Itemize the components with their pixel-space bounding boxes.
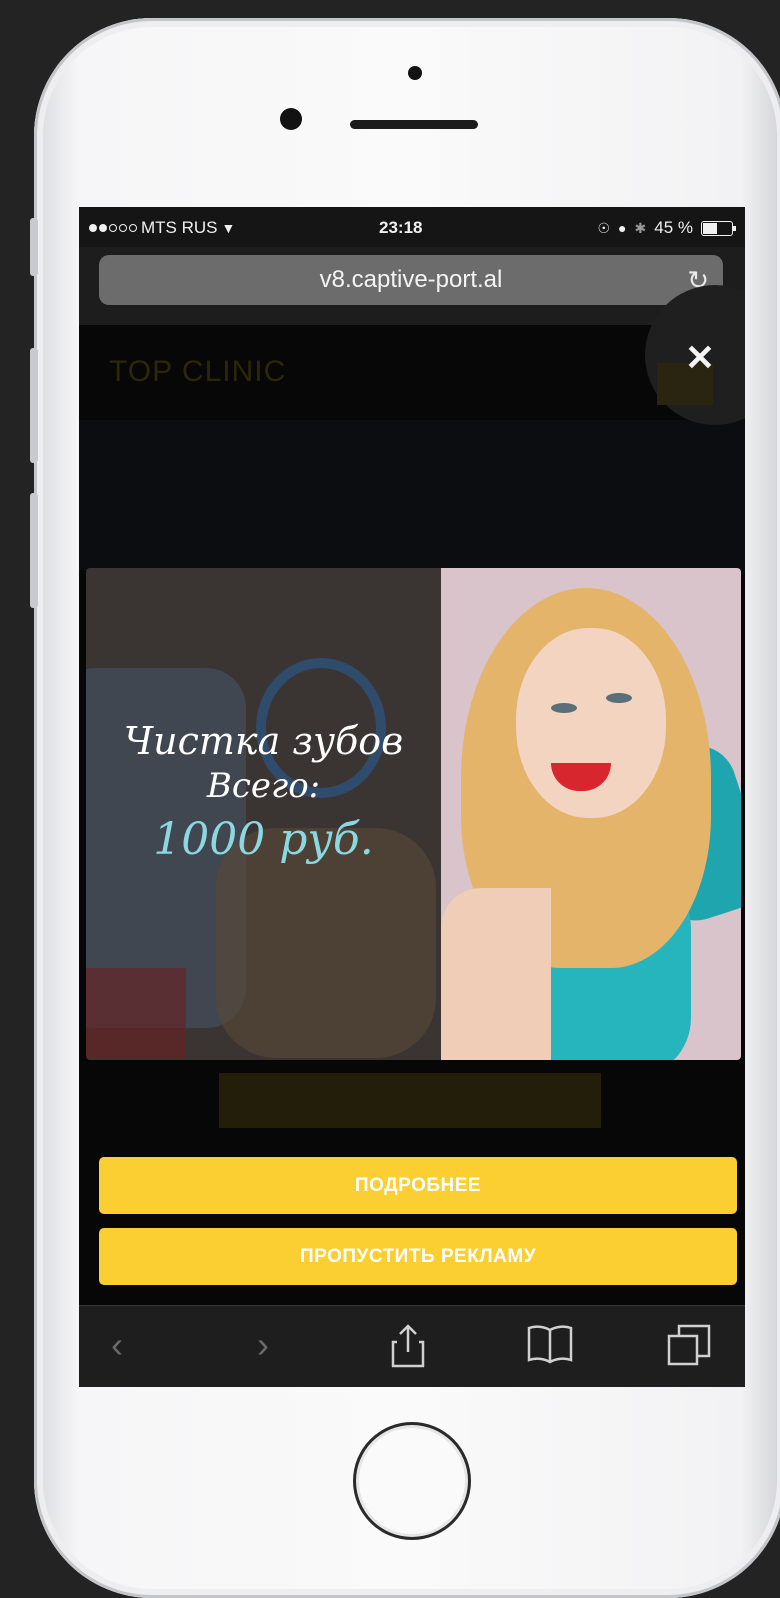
wifi-icon: ▼	[221, 220, 236, 236]
volume-up-button	[30, 348, 38, 463]
carrier-name: MTS RUS	[141, 218, 218, 237]
earpiece-speaker	[350, 120, 478, 129]
battery-icon	[701, 220, 736, 236]
front-camera	[280, 108, 302, 130]
site-hero	[79, 420, 745, 570]
url-text: v8.captive-port.al	[319, 266, 503, 293]
details-button[interactable]: ПОДРОБНЕЕ	[99, 1157, 737, 1214]
ad-photo-woman	[441, 568, 741, 1060]
tabs-icon[interactable]	[667, 1324, 711, 1377]
forward-icon[interactable]: ›	[257, 1324, 269, 1366]
close-icon[interactable]: ✕	[685, 337, 715, 379]
ad-banner[interactable]: Чистка зубов Всего: 1000 руб.	[86, 568, 741, 1060]
address-bar: v8.captive-port.al ↻	[79, 247, 745, 325]
home-button[interactable]	[353, 1422, 471, 1540]
screen: MTS RUS ▼ 23:18 ☉ ● ✱ 45 % v8.captive-po…	[79, 207, 745, 1387]
bluetooth-icon: ✱	[634, 219, 647, 236]
status-bar: MTS RUS ▼ 23:18 ☉ ● ✱ 45 %	[79, 207, 745, 247]
mute-switch	[30, 218, 38, 276]
battery-percent: 45 %	[654, 218, 693, 237]
ad-subheadline: Всего:	[206, 766, 321, 806]
share-icon[interactable]	[391, 1324, 425, 1377]
back-icon[interactable]: ‹	[111, 1324, 123, 1366]
alarm-icon: ●	[618, 220, 627, 236]
browser-toolbar: ‹ ›	[79, 1305, 745, 1387]
location-icon: ☉	[597, 219, 611, 236]
ad-headline: Чистка зубов	[123, 719, 404, 763]
ad-price: 1000 руб.	[153, 814, 374, 865]
ad-text-block: Чистка зубов Всего: 1000 руб.	[86, 718, 441, 872]
skip-ad-button[interactable]: ПРОПУСТИТЬ РЕКЛАМУ	[99, 1228, 737, 1285]
url-field[interactable]: v8.captive-port.al ↻	[99, 255, 723, 305]
proximity-sensor	[408, 66, 422, 80]
bookmarks-icon[interactable]	[527, 1324, 573, 1373]
volume-down-button	[30, 493, 38, 608]
signal-strength-icon	[89, 224, 137, 232]
site-logo[interactable]: TOP CLINIC	[109, 355, 286, 389]
clock: 23:18	[379, 218, 423, 237]
web-page: TOP CLINIC ✕ Чистка зубов Всего: 1000 ру…	[79, 285, 745, 1305]
site-button-behind	[219, 1073, 601, 1128]
